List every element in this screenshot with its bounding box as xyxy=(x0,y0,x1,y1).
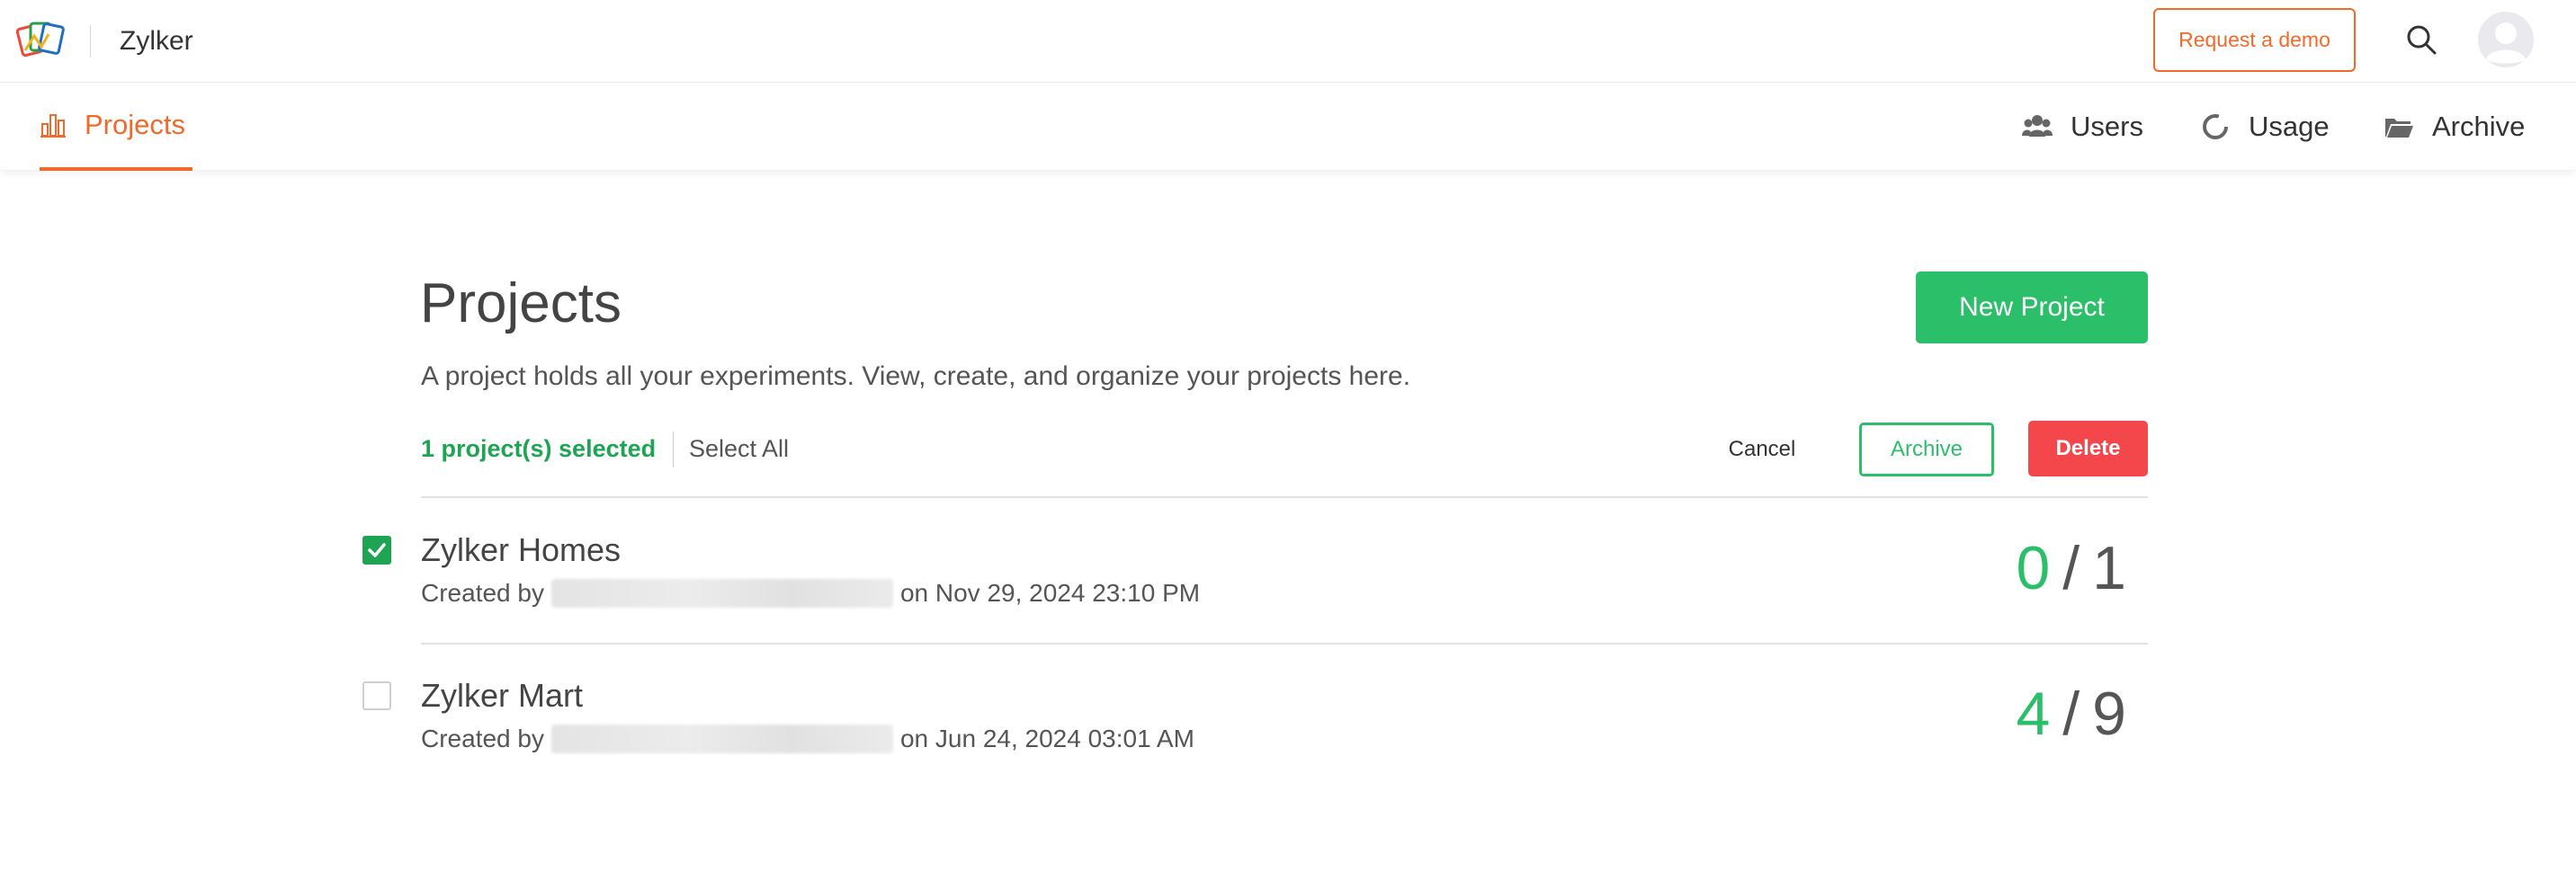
new-project-button[interactable]: New Project xyxy=(1916,271,2148,343)
page-description: A project holds all your experiments. Vi… xyxy=(421,361,1411,391)
tab-projects[interactable]: Projects xyxy=(40,83,192,171)
usage-icon xyxy=(2203,114,2228,139)
created-date: on Jun 24, 2024 03:01 AM xyxy=(899,725,1194,752)
redacted-creator-name xyxy=(550,725,893,753)
checkmark-icon xyxy=(368,543,386,557)
created-by-label: Created by xyxy=(421,725,544,752)
project-row[interactable]: Zylker Mart Created by on Jun 24, 2024 0… xyxy=(0,667,2576,802)
project-row[interactable]: Zylker Homes Created by on Nov 29, 2024 … xyxy=(0,521,2576,656)
top-header: Zylker Request a demo xyxy=(0,0,2576,83)
tab-projects-label: Projects xyxy=(85,109,185,140)
search-icon[interactable] xyxy=(2403,22,2439,58)
project-meta: Created by on Jun 24, 2024 03:01 AM xyxy=(421,723,1194,755)
nav-usage[interactable]: Usage xyxy=(2200,83,2330,171)
request-demo-button[interactable]: Request a demo xyxy=(2153,8,2356,72)
folder-icon xyxy=(2385,119,2413,138)
app-title: Zylker xyxy=(120,26,193,56)
experiment-count: 4/9 xyxy=(2016,678,2126,750)
list-divider xyxy=(421,643,2148,645)
logo-divider xyxy=(90,25,91,58)
projects-icon xyxy=(40,114,66,138)
total-count: 9 xyxy=(2092,680,2126,748)
created-date: on Nov 29, 2024 23:10 PM xyxy=(899,579,1201,607)
nav-users-label: Users xyxy=(2071,111,2143,142)
project-name[interactable]: Zylker Homes xyxy=(421,530,621,570)
users-icon xyxy=(2022,115,2053,137)
nav-usage-label: Usage xyxy=(2249,111,2330,142)
experiment-count: 0/1 xyxy=(2016,532,2126,604)
project-meta: Created by on Nov 29, 2024 23:10 PM xyxy=(421,577,1200,610)
nav-users[interactable]: Users xyxy=(2022,83,2143,171)
nav-archive-label: Archive xyxy=(2432,111,2526,142)
cancel-button[interactable]: Cancel xyxy=(1713,423,1811,476)
created-by-label: Created by xyxy=(421,579,544,607)
archive-button[interactable]: Archive xyxy=(1859,423,1994,476)
project-checkbox[interactable] xyxy=(362,681,391,710)
count-separator: / xyxy=(2062,534,2080,602)
select-all-link[interactable]: Select All xyxy=(689,433,789,464)
page-title: Projects xyxy=(420,272,622,334)
completed-count: 4 xyxy=(2016,680,2051,748)
project-checkbox[interactable] xyxy=(362,536,391,565)
nav-archive[interactable]: Archive xyxy=(2384,83,2525,171)
completed-count: 0 xyxy=(2016,534,2051,602)
selection-count: 1 project(s) selected xyxy=(421,435,657,462)
redacted-creator-name xyxy=(550,579,893,608)
delete-button[interactable]: Delete xyxy=(2028,421,2148,476)
list-divider xyxy=(421,496,2148,498)
total-count: 1 xyxy=(2092,534,2126,602)
sub-navigation: Projects Users Usage Archive xyxy=(0,83,2576,171)
zylker-cards-logo[interactable] xyxy=(16,18,65,65)
count-separator: / xyxy=(2062,680,2080,748)
avatar[interactable] xyxy=(2477,11,2535,68)
project-name[interactable]: Zylker Mart xyxy=(421,676,583,716)
selection-divider xyxy=(673,432,674,467)
